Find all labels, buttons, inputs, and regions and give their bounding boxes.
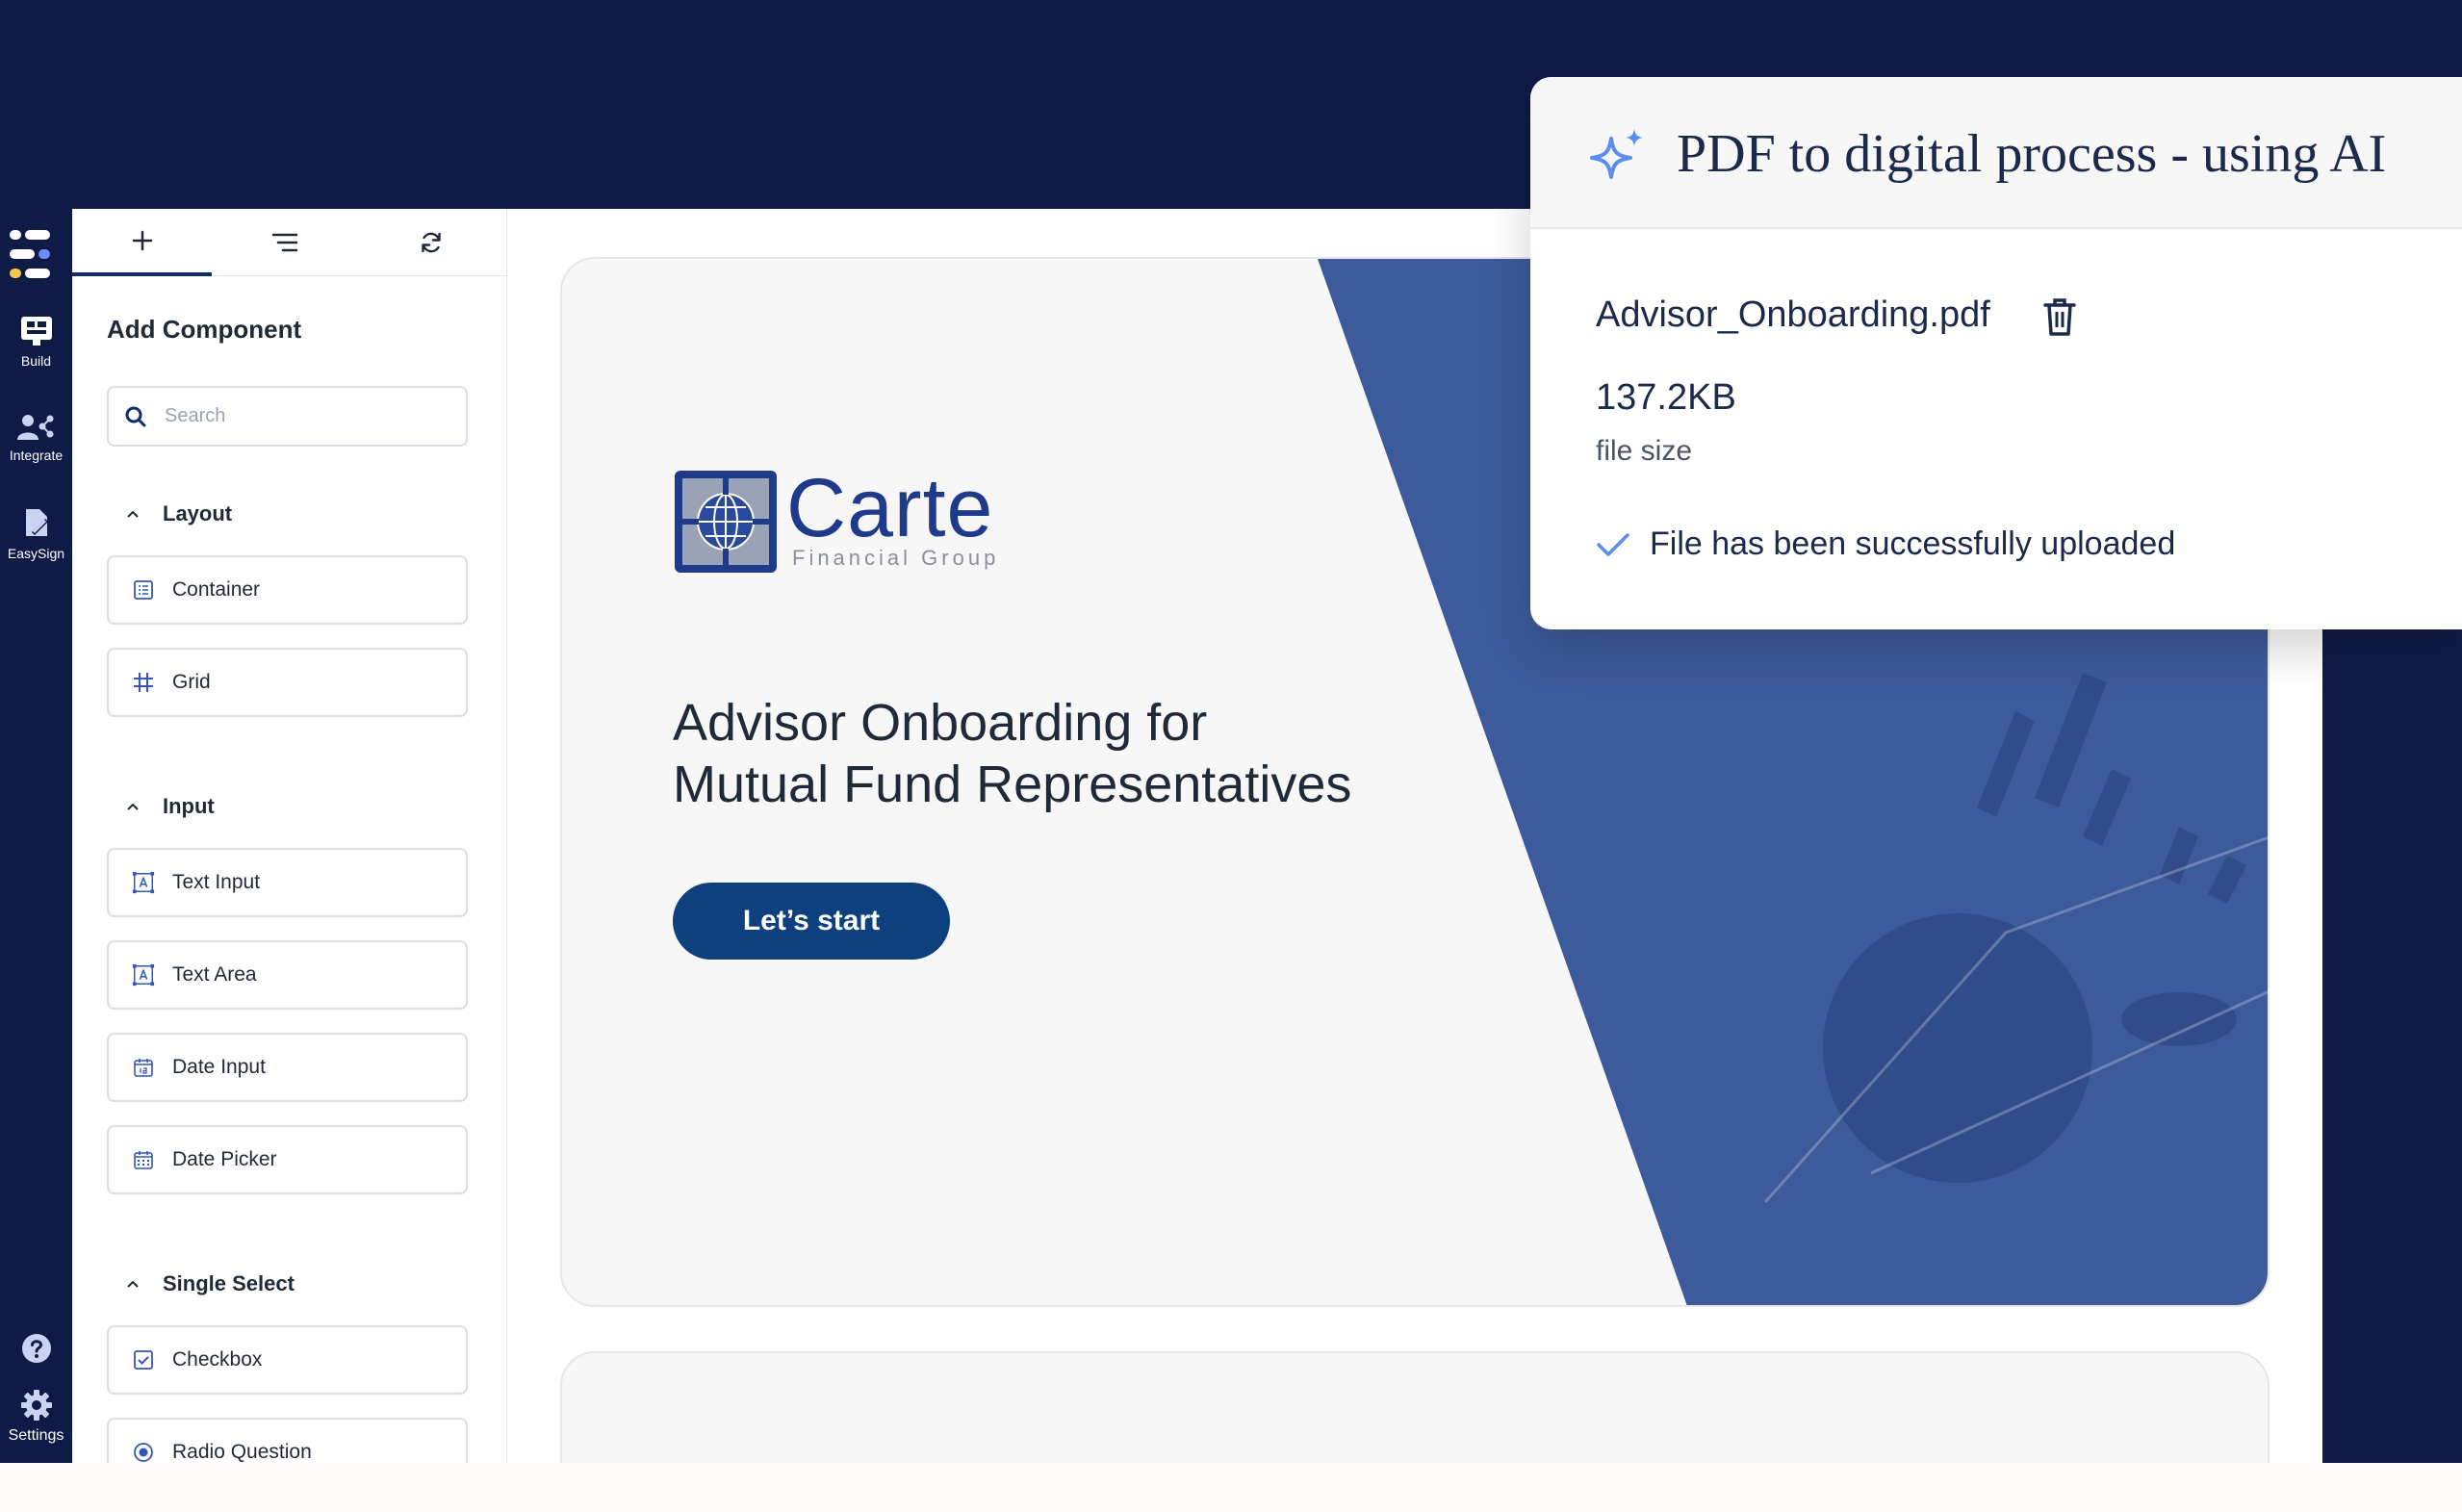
section-single-select[interactable]: Single Select bbox=[126, 1271, 295, 1296]
gear-icon bbox=[20, 1390, 52, 1421]
chevron-up-icon bbox=[127, 1280, 139, 1288]
file-size-label: file size bbox=[1596, 435, 1693, 467]
section-title: Input bbox=[163, 794, 215, 818]
component-label: Container bbox=[172, 578, 261, 601]
popup-header: PDF to digital process - using AI bbox=[1530, 77, 2462, 229]
build-icon bbox=[20, 317, 52, 346]
integrate-icon bbox=[16, 415, 53, 440]
section-input[interactable]: Input bbox=[126, 794, 215, 819]
panel-title: Add Component bbox=[107, 315, 302, 344]
tab-outline[interactable] bbox=[215, 209, 354, 276]
component-label: Text Area bbox=[172, 963, 257, 986]
search-icon bbox=[125, 406, 146, 426]
component-label: Date Input bbox=[172, 1056, 266, 1078]
component-checkbox[interactable]: Checkbox bbox=[107, 1325, 468, 1395]
plus-icon bbox=[132, 230, 152, 251]
file-name: Advisor_Onboarding.pdf bbox=[1596, 295, 1990, 335]
rail-label-build: Build bbox=[20, 353, 52, 369]
help-icon bbox=[21, 1334, 51, 1363]
panel-tabs bbox=[72, 209, 506, 276]
component-panel: Add Component Search Layout Container Gr… bbox=[72, 209, 507, 1463]
grid-icon bbox=[134, 673, 153, 692]
help-button[interactable] bbox=[0, 1333, 72, 1370]
rail-label-easysign: EasySign bbox=[7, 546, 65, 561]
component-container[interactable]: Container bbox=[107, 555, 468, 625]
upload-status: File has been successfully uploaded bbox=[1596, 525, 2175, 563]
checkbox-icon bbox=[134, 1350, 153, 1370]
easysign-icon bbox=[25, 509, 48, 536]
icon-rail: Build Integrate EasySign Settings bbox=[0, 209, 72, 1463]
rail-label-integrate: Integrate bbox=[9, 448, 64, 463]
component-label: Text Input bbox=[172, 871, 261, 893]
globe-logo-icon bbox=[675, 471, 777, 573]
upload-status-text: File has been successfully uploaded bbox=[1650, 525, 2176, 562]
search-placeholder: Search bbox=[165, 405, 226, 426]
rail-item-easysign[interactable]: EasySign bbox=[0, 507, 72, 561]
trash-icon[interactable] bbox=[2042, 296, 2077, 337]
component-text-input[interactable]: Text Input bbox=[107, 848, 468, 917]
component-label: Checkbox bbox=[172, 1348, 263, 1371]
component-label: Grid bbox=[172, 671, 211, 693]
headline-line-2: Mutual Fund Representatives bbox=[673, 756, 1352, 813]
rail-item-build[interactable]: Build bbox=[0, 315, 72, 369]
calendar-icon bbox=[134, 1059, 153, 1077]
text-input-icon bbox=[132, 871, 155, 894]
settings-button[interactable]: Settings bbox=[0, 1389, 72, 1445]
component-grid[interactable]: Grid bbox=[107, 648, 468, 717]
tab-refresh[interactable] bbox=[361, 209, 500, 276]
refresh-icon bbox=[421, 232, 441, 253]
tab-add[interactable] bbox=[72, 209, 212, 276]
page-headline: Advisor Onboarding for Mutual Fund Repre… bbox=[673, 692, 1443, 815]
component-date-input[interactable]: Date Input bbox=[107, 1033, 468, 1102]
date-picker-icon bbox=[134, 1151, 153, 1169]
component-label: Date Picker bbox=[172, 1148, 277, 1170]
search-input[interactable]: Search bbox=[107, 386, 468, 447]
component-text-area[interactable]: Text Area bbox=[107, 940, 468, 1010]
chevron-up-icon bbox=[127, 803, 139, 810]
popup-title: PDF to digital process - using AI bbox=[1677, 124, 2387, 184]
file-size-value: 137.2KB bbox=[1596, 377, 1736, 418]
check-icon bbox=[1597, 532, 1629, 556]
app-logo-icon bbox=[10, 230, 50, 278]
section-layout[interactable]: Layout bbox=[126, 501, 232, 526]
outline-list-icon bbox=[271, 233, 297, 252]
container-icon bbox=[134, 580, 153, 600]
brand-logo: Carte Financial Group bbox=[673, 462, 1000, 577]
bottom-strip bbox=[0, 1463, 2462, 1512]
text-area-icon bbox=[132, 963, 155, 987]
rail-item-integrate[interactable]: Integrate bbox=[0, 413, 72, 463]
sparkle-ai-icon bbox=[1590, 129, 1643, 179]
component-radio-question[interactable]: Radio Question bbox=[107, 1418, 468, 1463]
brand-subtitle: Financial Group bbox=[792, 546, 1000, 570]
radio-icon bbox=[134, 1443, 153, 1462]
lets-start-button[interactable]: Let’s start bbox=[673, 883, 950, 960]
chevron-up-icon bbox=[127, 510, 139, 518]
section-title: Single Select bbox=[163, 1271, 295, 1295]
pdf-upload-popup: PDF to digital process - using AI Adviso… bbox=[1530, 77, 2462, 629]
headline-line-1: Advisor Onboarding for bbox=[673, 694, 1208, 752]
brand-name: Carte bbox=[786, 462, 994, 554]
section-title: Layout bbox=[163, 501, 233, 525]
component-date-picker[interactable]: Date Picker bbox=[107, 1125, 468, 1194]
component-label: Radio Question bbox=[172, 1441, 312, 1463]
rail-label-settings: Settings bbox=[8, 1427, 64, 1444]
